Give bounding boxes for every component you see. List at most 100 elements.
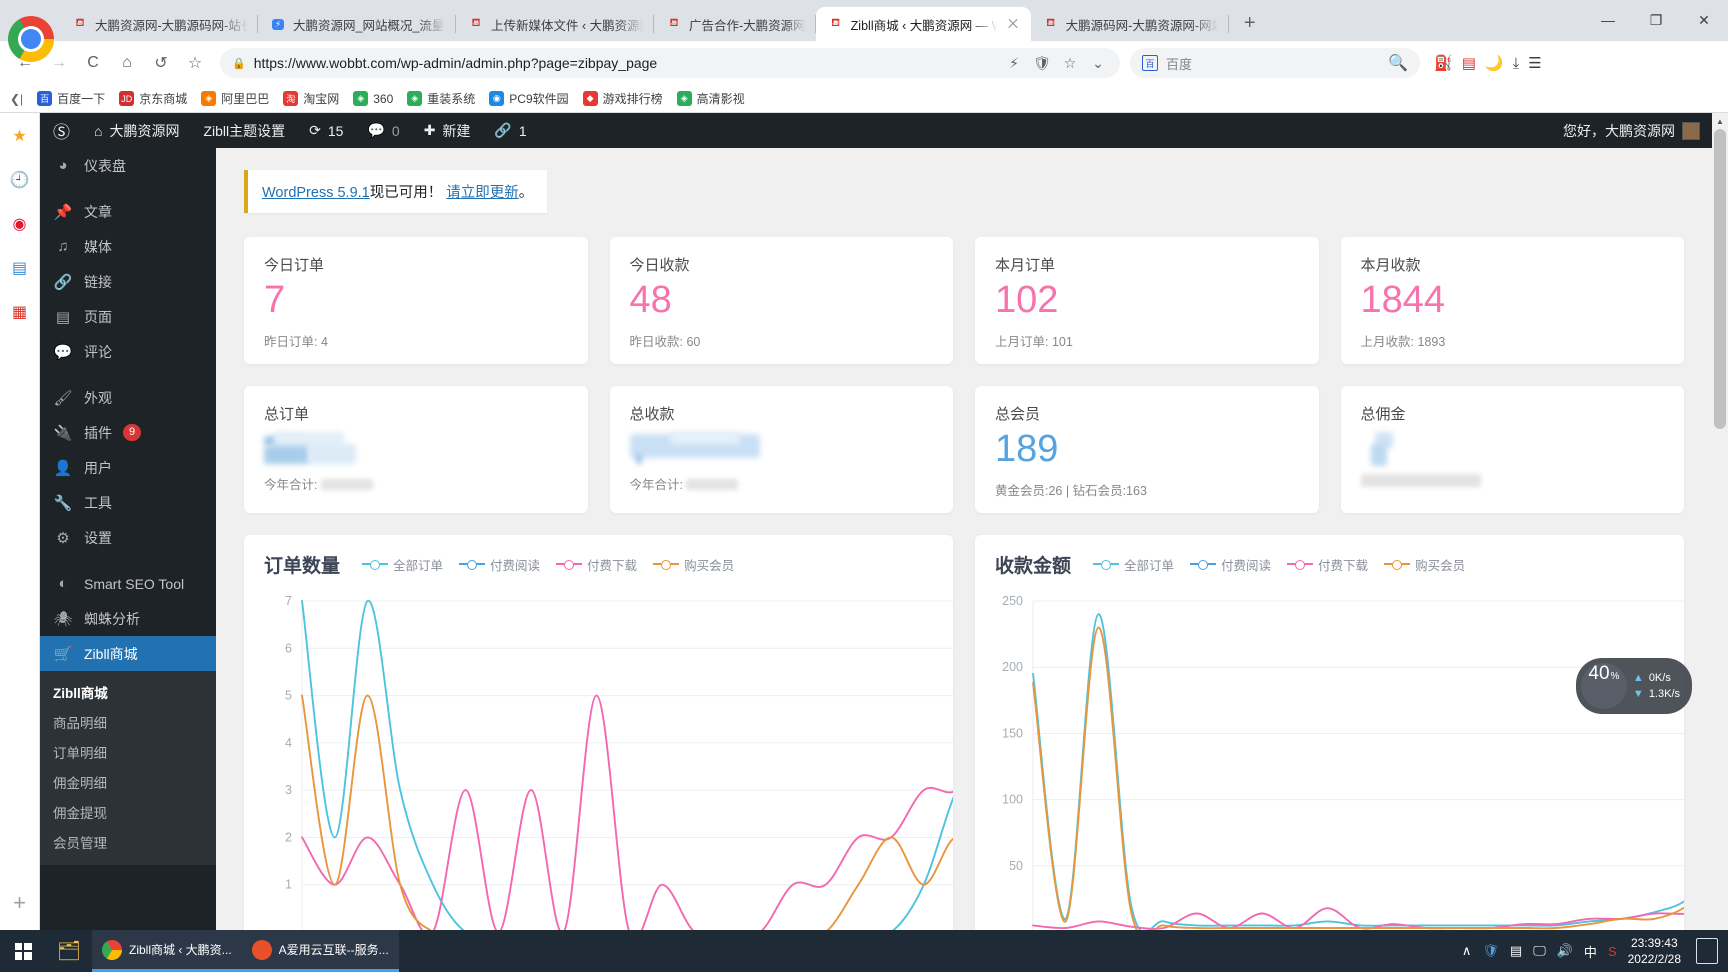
wp-submenu-item[interactable]: 佣金提现 [40,797,216,827]
bookmark-label: PC9软件园 [509,92,569,106]
address-bar[interactable]: 🔒 https://www.wobbt.com/wp-admin/admin.p… [220,48,1120,78]
bookmarks-overflow-icon[interactable]: ❮| [10,92,23,106]
legend-item[interactable]: 付费阅读 [1190,555,1271,574]
chevron-down-icon[interactable]: ⌄ [1088,55,1108,72]
chrome-logo-icon [8,16,54,62]
display-icon[interactable]: 🖵 [1533,943,1546,959]
wp-menu-item-smart-seo-tool[interactable]: ◐ Smart SEO Tool [40,566,216,601]
legend-item[interactable]: 购买会员 [653,555,734,574]
weibo-icon[interactable]: ◉ [7,211,33,237]
maximize-button[interactable]: ❐ [1632,0,1680,40]
pdf-icon[interactable]: ▦ [7,299,33,325]
wp-menu-item-设置[interactable]: ⚙ 设置 [40,520,216,555]
wp-submenu-item[interactable]: 订单明细 [40,737,216,767]
browser-tab[interactable]: ⛾ 广告合作-大鹏资源网 [654,7,816,41]
close-tab-button[interactable] [1005,16,1021,32]
bookmark-item[interactable]: ◈ 重装系统 [407,90,475,107]
reload-button[interactable]: C [78,48,108,78]
close-window-button[interactable]: ✕ [1680,0,1728,40]
favorites-icon[interactable]: ★ [7,123,33,149]
update-now-link[interactable]: 请立即更新 [446,185,519,201]
bookmark-star-icon[interactable]: ☆ [180,48,210,78]
wp-menu-item-评论[interactable]: 💬 评论 [40,334,216,369]
lightning-icon[interactable]: ⚡ [1004,55,1024,72]
search-icon[interactable]: 🔍 [1388,53,1408,73]
history-button[interactable]: ↺ [146,48,176,78]
ime-icon[interactable]: 中 [1584,942,1597,961]
notification-center-icon[interactable] [1696,938,1718,964]
wp-submenu-item[interactable]: Zibll商城 [40,677,216,707]
theme-settings-button[interactable]: Zibll主题设置 [191,113,297,148]
browser-tab[interactable]: ⛾ 上传新媒体文件 ‹ 大鹏资源网 — [456,7,654,41]
browser-tab[interactable]: ⚡ 大鹏资源网_网站概况_流量统计 [258,7,456,41]
shield-block-icon[interactable]: 🛡 [1032,55,1052,72]
bookmark-item[interactable]: 百百度一下 [37,90,105,107]
bookmark-item[interactable]: JD 京东商城 [119,90,187,107]
wp-menu-item-蜘蛛分析[interactable]: 🕷 蜘蛛分析 [40,601,216,636]
recorder-extension-icon[interactable]: ⛽ [1434,54,1453,72]
home-button[interactable]: ⌂ [112,48,142,78]
bookmark-item[interactable]: ◆ 游戏排行榜 [582,90,663,107]
account-menu[interactable]: 您好，大鹏资源网 [1551,113,1712,148]
menu-icon[interactable]: ☰ [1528,54,1541,72]
legend-item[interactable]: 购买会员 [1384,555,1465,574]
browser-tab[interactable]: ⛾ 大鹏源码网-大鹏资源网-网站源 [1031,7,1229,41]
bookmark-item[interactable]: ◈ 360 [353,91,393,106]
wp-menu-item-页面[interactable]: ▤ 页面 [40,299,216,334]
sogou-icon[interactable]: S [1608,944,1617,959]
bookmark-item[interactable]: ◈ 高清影视 [676,90,745,107]
bookmark-item[interactable]: ◈ 阿里巴巴 [201,90,269,107]
new-content-button[interactable]: ✚ 新建 [412,113,483,148]
comments-button[interactable]: 💬 0 [355,113,411,148]
start-button[interactable] [0,930,46,972]
bookmark-item[interactable]: ◉ PC9软件园 [489,90,569,107]
clock[interactable]: 23:39:43 2022/2/28 [1628,935,1681,967]
downloads-icon[interactable]: ⤓ [1513,55,1520,72]
links-button[interactable]: 🔗 1 [482,113,538,148]
network-speed-widget[interactable]: 40% ▲ 0K/s ▼ 1.3K/s [1575,658,1692,714]
wp-menu-item-外观[interactable]: 🖌 外观 [40,380,216,415]
browser-tab[interactable]: ⛾ Zibll商城 ‹ 大鹏资源网 — W [815,7,1031,41]
wp-logo-button[interactable]: Ⓢ [40,113,82,148]
wp-menu-item-插件[interactable]: 🔌 插件 9 [40,415,216,450]
wp-menu-item-链接[interactable]: 🔗 链接 [40,264,216,299]
security-icon[interactable]: 🛡 [1482,943,1499,959]
wp-submenu-item[interactable]: 商品明细 [40,707,216,737]
taskbar-task[interactable]: A爱用云互联--服务... [241,930,399,972]
add-rail-button[interactable]: + [13,890,26,916]
wp-submenu-item[interactable]: 会员管理 [40,827,216,857]
browser-tab[interactable]: ⛾ 大鹏资源网-大鹏源码网-站长资 [60,7,258,41]
minimize-button[interactable]: — [1584,0,1632,40]
new-tab-button[interactable]: + [1235,8,1265,38]
search-box[interactable]: 百 百度 🔍 [1130,48,1420,78]
taskbar-task[interactable]: Zibll商城 ‹ 大鹏资... [92,930,242,972]
wp-menu-item-仪表盘[interactable]: ◕ 仪表盘 [40,148,216,183]
volume-icon[interactable]: 🔊 [1557,943,1573,959]
site-name-button[interactable]: ⌂ 大鹏资源网 [82,113,191,148]
page-scrollbar[interactable]: ▲ [1712,113,1728,930]
wp-menu-item-用户[interactable]: 👤 用户 [40,450,216,485]
legend-item[interactable]: 全部订单 [1093,555,1174,574]
wp-menu-item-zibll商城[interactable]: 🛒 Zibll商城 [40,636,216,671]
wp-menu-item-媒体[interactable]: ♫ 媒体 [40,229,216,264]
legend-item[interactable]: 付费阅读 [459,555,540,574]
file-explorer-icon[interactable]: 🗂 [46,930,92,972]
updates-button[interactable]: ⟳ 15 [297,113,355,148]
legend-item[interactable]: 付费下载 [1287,555,1368,574]
dark-mode-icon[interactable]: 🌙 [1485,54,1504,72]
wp-submenu-item[interactable]: 佣金明细 [40,767,216,797]
legend-item[interactable]: 全部订单 [362,555,443,574]
bookmark-item[interactable]: 淘淘宝网 [283,90,339,107]
wallet-icon[interactable]: ▤ [7,255,33,281]
wp-menu-item-工具[interactable]: 🔧 工具 [40,485,216,520]
clipboard-icon[interactable]: ▤ [1510,943,1522,959]
legend-item[interactable]: 付费下载 [556,555,637,574]
scrollbar-thumb[interactable] [1714,129,1726,429]
pdf-extension-icon[interactable]: ▤ [1462,54,1476,72]
wordpress-version-link[interactable]: WordPress 5.9.1 [262,185,370,201]
star-outline-icon[interactable]: ☆ [1060,55,1080,72]
scroll-up-arrow[interactable]: ▲ [1712,113,1728,129]
tray-expand-icon[interactable]: ∧ [1462,943,1472,959]
history-icon[interactable]: 🕘 [7,167,33,193]
wp-menu-item-文章[interactable]: 📌 文章 [40,194,216,229]
